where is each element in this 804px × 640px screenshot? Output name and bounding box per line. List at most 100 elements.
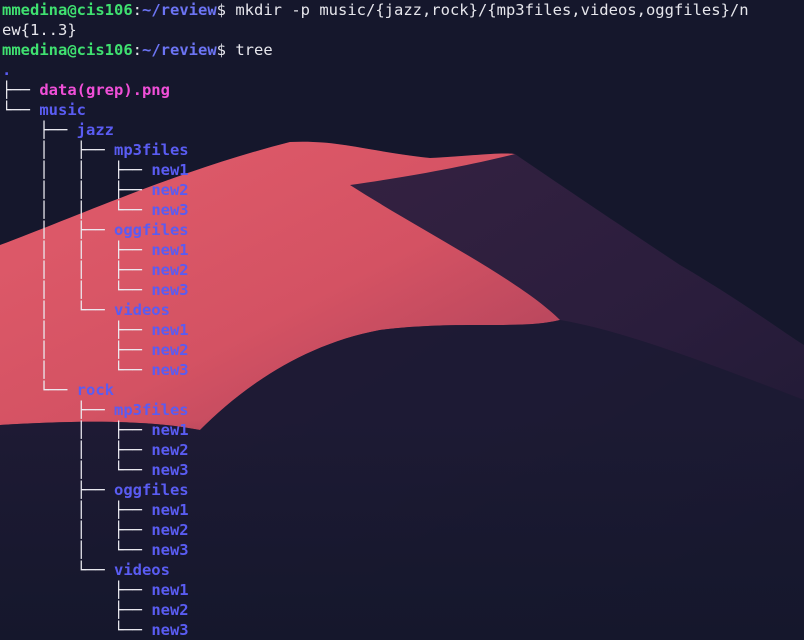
tree-branch-glyphs: │ ├──	[2, 321, 152, 339]
tree-directory-name: new2	[151, 181, 189, 199]
tree-branch-glyphs: │ │ ├──	[2, 161, 152, 179]
tree-entry: │ └── new3	[2, 360, 802, 380]
prompt-cwd: ~/review	[142, 41, 217, 59]
tree-entry: ├── new1	[2, 580, 802, 600]
tree-directory-name: new1	[151, 161, 189, 179]
command-mkdir-continuation: ew{1..3}	[2, 21, 77, 39]
tree-entry: │ ├── new1	[2, 420, 802, 440]
tree-directory-name: new3	[151, 541, 189, 559]
tree-entry: └── rock	[2, 380, 802, 400]
tree-directory-name: new2	[151, 341, 189, 359]
tree-directory-name: new1	[151, 421, 189, 439]
tree-entry: │ │ ├── new1	[2, 240, 802, 260]
tree-entry: │ ├── oggfiles	[2, 220, 802, 240]
tree-entry: │ ├── new2	[2, 340, 802, 360]
tree-branch-glyphs: │ ├──	[2, 221, 114, 239]
tree-branch-glyphs: │ ├──	[2, 141, 114, 159]
tree-directory-name: new1	[151, 321, 189, 339]
tree-entry: │ │ ├── new2	[2, 260, 802, 280]
tree-branch-glyphs: │ │ ├──	[2, 181, 152, 199]
tree-branch-glyphs: └──	[2, 561, 114, 579]
tree-entry: └── new3	[2, 620, 802, 640]
prompt-line-tree: mmedina@cis106:~/review$ tree	[2, 41, 273, 59]
tree-branch-glyphs: │ ├──	[2, 421, 152, 439]
tree-branch-glyphs: │ └──	[2, 361, 152, 379]
tree-directory-name: new2	[151, 601, 189, 619]
tree-branch-glyphs: │ ├──	[2, 521, 152, 539]
tree-branch-glyphs: └──	[2, 621, 152, 639]
command-mkdir: mkdir -p music/{jazz,rock}/{mp3files,vid…	[235, 1, 749, 19]
tree-entry: │ │ ├── new2	[2, 180, 802, 200]
tree-entry: ├── jazz	[2, 120, 802, 140]
tree-branch-glyphs: ├──	[2, 401, 114, 419]
tree-branch-glyphs: │ └──	[2, 541, 152, 559]
tree-directory-name: new2	[151, 441, 189, 459]
tree-branch-glyphs: ├──	[2, 81, 40, 99]
tree-directory-name: new3	[151, 281, 189, 299]
tree-branch-glyphs: │ ├──	[2, 341, 152, 359]
tree-entry: └── music	[2, 100, 802, 120]
tree-directory-name: mp3files	[113, 141, 189, 159]
tree-directory-name: new3	[151, 461, 189, 479]
tree-entry: │ │ └── new3	[2, 200, 802, 220]
tree-directory-name: videos	[113, 301, 170, 319]
tree-branch-glyphs: │ └──	[2, 461, 152, 479]
tree-branch-glyphs: │ │ ├──	[2, 241, 152, 259]
tree-branch-glyphs: └──	[2, 381, 77, 399]
tree-branch-glyphs: ├──	[2, 121, 77, 139]
tree-branch-glyphs: ├──	[2, 581, 152, 599]
tree-directory-name: videos	[113, 561, 170, 579]
tree-entry: │ ├── mp3files	[2, 140, 802, 160]
tree-entry: ├── mp3files	[2, 400, 802, 420]
tree-directory-name: new1	[151, 501, 189, 519]
tree-entry: ├── new2	[2, 600, 802, 620]
tree-entry: │ ├── new2	[2, 520, 802, 540]
command-tree: tree	[235, 41, 273, 59]
tree-entry: │ └── new3	[2, 460, 802, 480]
tree-entry: └── videos	[2, 560, 802, 580]
tree-directory-name: music	[39, 101, 86, 119]
tree-directory-name: new3	[151, 201, 189, 219]
tree-root: .	[2, 60, 802, 80]
tree-branch-glyphs: │ │ └──	[2, 281, 152, 299]
tree-entry: │ │ └── new3	[2, 280, 802, 300]
tree-directory-name: jazz	[76, 121, 114, 139]
tree-entry: │ └── new3	[2, 540, 802, 560]
prompt-cwd: ~/review	[142, 1, 217, 19]
terminal-output: mmedina@cis106:~/review$ mkdir -p music/…	[2, 0, 802, 640]
tree-directory-name: new1	[151, 581, 189, 599]
tree-entry: ├── data(grep).png	[2, 80, 802, 100]
tree-branch-glyphs: ├──	[2, 601, 152, 619]
tree-listing: ├── data(grep).png └── music ├── jazz │ ├…	[2, 80, 802, 640]
prompt-symbol: $	[216, 41, 226, 59]
tree-branch-glyphs: └──	[2, 101, 40, 119]
tree-entry: │ ├── new1	[2, 320, 802, 340]
tree-branch-glyphs: │ │ ├──	[2, 261, 152, 279]
tree-directory-name: rock	[76, 381, 114, 399]
tree-entry: │ └── videos	[2, 300, 802, 320]
tree-file-name: data(grep).png	[39, 81, 170, 99]
tree-directory-name: new3	[151, 361, 189, 379]
tree-directory-name: new2	[151, 521, 189, 539]
tree-directory-name: new2	[151, 261, 189, 279]
prompt-user-host: mmedina@cis106	[2, 1, 133, 19]
tree-branch-glyphs: │ ├──	[2, 441, 152, 459]
tree-root-dot: .	[2, 61, 12, 79]
tree-entry: │ ├── new1	[2, 500, 802, 520]
prompt-line-mkdir: mmedina@cis106:~/review$ mkdir -p music/…	[2, 1, 749, 19]
tree-directory-name: oggfiles	[113, 481, 189, 499]
prompt-user-host: mmedina@cis106	[2, 41, 133, 59]
tree-directory-name: oggfiles	[113, 221, 189, 239]
tree-branch-glyphs: │ │ └──	[2, 201, 152, 219]
prompt-symbol: $	[216, 1, 226, 19]
tree-branch-glyphs: │ └──	[2, 301, 114, 319]
tree-entry: │ │ ├── new1	[2, 160, 802, 180]
tree-directory-name: new3	[151, 621, 189, 639]
tree-branch-glyphs: ├──	[2, 481, 114, 499]
tree-entry: ├── oggfiles	[2, 480, 802, 500]
command-mkdir-wrap: ew{1..3}	[2, 20, 802, 40]
tree-directory-name: mp3files	[113, 401, 189, 419]
tree-entry: │ ├── new2	[2, 440, 802, 460]
tree-directory-name: new1	[151, 241, 189, 259]
tree-branch-glyphs: │ ├──	[2, 501, 152, 519]
